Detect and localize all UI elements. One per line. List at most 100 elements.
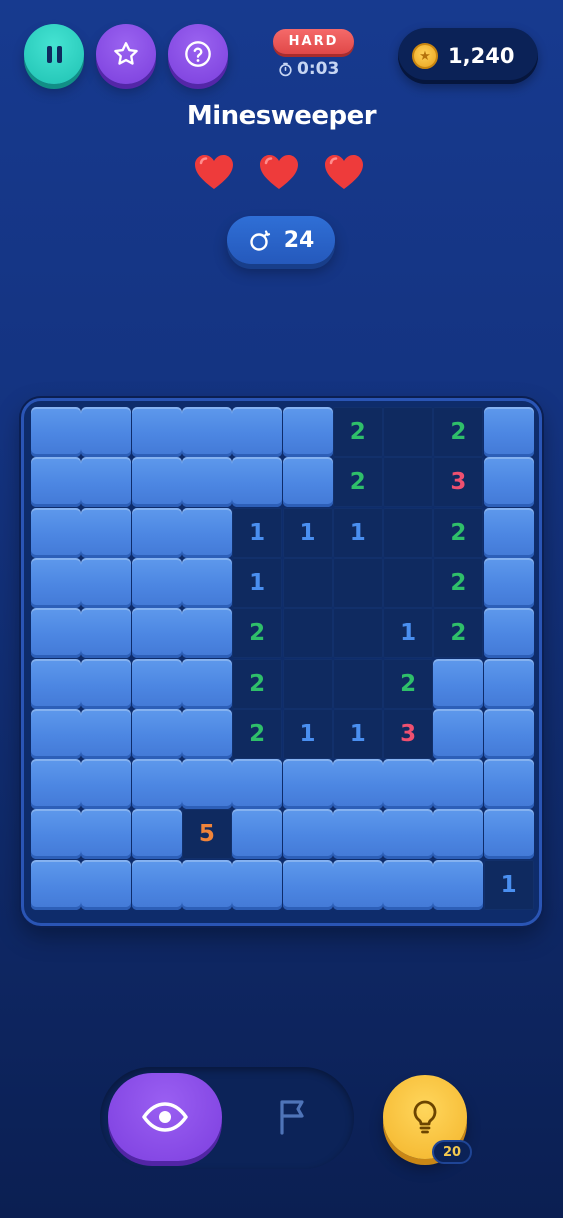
covered-cell[interactable] <box>232 809 283 860</box>
number-cell[interactable]: 2 <box>433 608 484 659</box>
covered-cell[interactable] <box>181 507 232 558</box>
number-cell[interactable]: 2 <box>433 407 484 457</box>
number-cell[interactable]: 1 <box>282 708 333 759</box>
covered-cell[interactable] <box>31 407 81 457</box>
covered-cell[interactable] <box>332 859 383 910</box>
number-cell[interactable]: 1 <box>483 859 534 910</box>
covered-cell[interactable] <box>181 708 232 759</box>
covered-cell[interactable] <box>433 759 484 810</box>
covered-cell[interactable] <box>181 457 232 508</box>
reveal-mode-button[interactable] <box>108 1073 222 1161</box>
covered-cell[interactable] <box>131 859 182 910</box>
covered-cell[interactable] <box>483 708 534 759</box>
covered-cell[interactable] <box>81 457 132 508</box>
covered-cell[interactable] <box>31 507 81 558</box>
covered-cell[interactable] <box>483 759 534 810</box>
covered-cell[interactable] <box>332 809 383 860</box>
covered-cell[interactable] <box>383 809 434 860</box>
empty-cell[interactable] <box>332 608 383 659</box>
covered-cell[interactable] <box>131 658 182 709</box>
favorite-button[interactable] <box>96 24 156 84</box>
covered-cell[interactable] <box>31 859 81 910</box>
empty-cell[interactable] <box>383 507 434 558</box>
covered-cell[interactable] <box>282 457 333 508</box>
covered-cell[interactable] <box>483 407 534 457</box>
number-cell[interactable]: 1 <box>282 507 333 558</box>
number-cell[interactable]: 3 <box>433 457 484 508</box>
number-cell[interactable]: 5 <box>181 809 232 860</box>
covered-cell[interactable] <box>81 809 132 860</box>
help-button[interactable] <box>168 24 228 84</box>
number-cell[interactable]: 2 <box>383 658 434 709</box>
covered-cell[interactable] <box>81 608 132 659</box>
flag-mode-button[interactable] <box>240 1073 346 1161</box>
number-cell[interactable]: 1 <box>332 708 383 759</box>
covered-cell[interactable] <box>131 457 182 508</box>
number-cell[interactable]: 2 <box>232 708 283 759</box>
covered-cell[interactable] <box>282 809 333 860</box>
covered-cell[interactable] <box>232 859 283 910</box>
covered-cell[interactable] <box>232 407 283 457</box>
covered-cell[interactable] <box>81 557 132 608</box>
covered-cell[interactable] <box>232 759 283 810</box>
empty-cell[interactable] <box>282 557 333 608</box>
empty-cell[interactable] <box>332 557 383 608</box>
empty-cell[interactable] <box>332 658 383 709</box>
covered-cell[interactable] <box>31 457 81 508</box>
covered-cell[interactable] <box>131 507 182 558</box>
covered-cell[interactable] <box>181 759 232 810</box>
covered-cell[interactable] <box>332 759 383 810</box>
covered-cell[interactable] <box>483 658 534 709</box>
coin-balance[interactable]: ★ 1,240 <box>398 28 538 84</box>
covered-cell[interactable] <box>483 507 534 558</box>
covered-cell[interactable] <box>31 658 81 709</box>
empty-cell[interactable] <box>282 608 333 659</box>
covered-cell[interactable] <box>232 457 283 508</box>
number-cell[interactable]: 2 <box>332 457 383 508</box>
covered-cell[interactable] <box>433 859 484 910</box>
number-cell[interactable]: 3 <box>383 708 434 759</box>
covered-cell[interactable] <box>383 759 434 810</box>
covered-cell[interactable] <box>81 507 132 558</box>
covered-cell[interactable] <box>483 557 534 608</box>
covered-cell[interactable] <box>181 557 232 608</box>
number-cell[interactable]: 1 <box>383 608 434 659</box>
covered-cell[interactable] <box>383 859 434 910</box>
covered-cell[interactable] <box>433 658 484 709</box>
covered-cell[interactable] <box>31 759 81 810</box>
number-cell[interactable]: 1 <box>232 557 283 608</box>
number-cell[interactable]: 2 <box>332 407 383 457</box>
covered-cell[interactable] <box>483 608 534 659</box>
covered-cell[interactable] <box>433 708 484 759</box>
covered-cell[interactable] <box>131 608 182 659</box>
number-cell[interactable]: 2 <box>232 658 283 709</box>
number-cell[interactable]: 1 <box>332 507 383 558</box>
covered-cell[interactable] <box>81 759 132 810</box>
number-cell[interactable]: 2 <box>433 557 484 608</box>
covered-cell[interactable] <box>81 859 132 910</box>
covered-cell[interactable] <box>31 809 81 860</box>
covered-cell[interactable] <box>483 809 534 860</box>
covered-cell[interactable] <box>181 859 232 910</box>
covered-cell[interactable] <box>131 759 182 810</box>
covered-cell[interactable] <box>131 708 182 759</box>
empty-cell[interactable] <box>282 658 333 709</box>
covered-cell[interactable] <box>31 608 81 659</box>
covered-cell[interactable] <box>31 557 81 608</box>
pause-button[interactable] <box>24 24 84 84</box>
covered-cell[interactable] <box>282 859 333 910</box>
empty-cell[interactable] <box>383 557 434 608</box>
covered-cell[interactable] <box>433 809 484 860</box>
covered-cell[interactable] <box>181 658 232 709</box>
covered-cell[interactable] <box>81 407 132 457</box>
covered-cell[interactable] <box>131 557 182 608</box>
empty-cell[interactable] <box>383 457 434 508</box>
covered-cell[interactable] <box>31 708 81 759</box>
covered-cell[interactable] <box>282 759 333 810</box>
covered-cell[interactable] <box>282 407 333 457</box>
covered-cell[interactable] <box>483 457 534 508</box>
covered-cell[interactable] <box>181 608 232 659</box>
empty-cell[interactable] <box>383 407 434 457</box>
covered-cell[interactable] <box>131 809 182 860</box>
covered-cell[interactable] <box>181 407 232 457</box>
